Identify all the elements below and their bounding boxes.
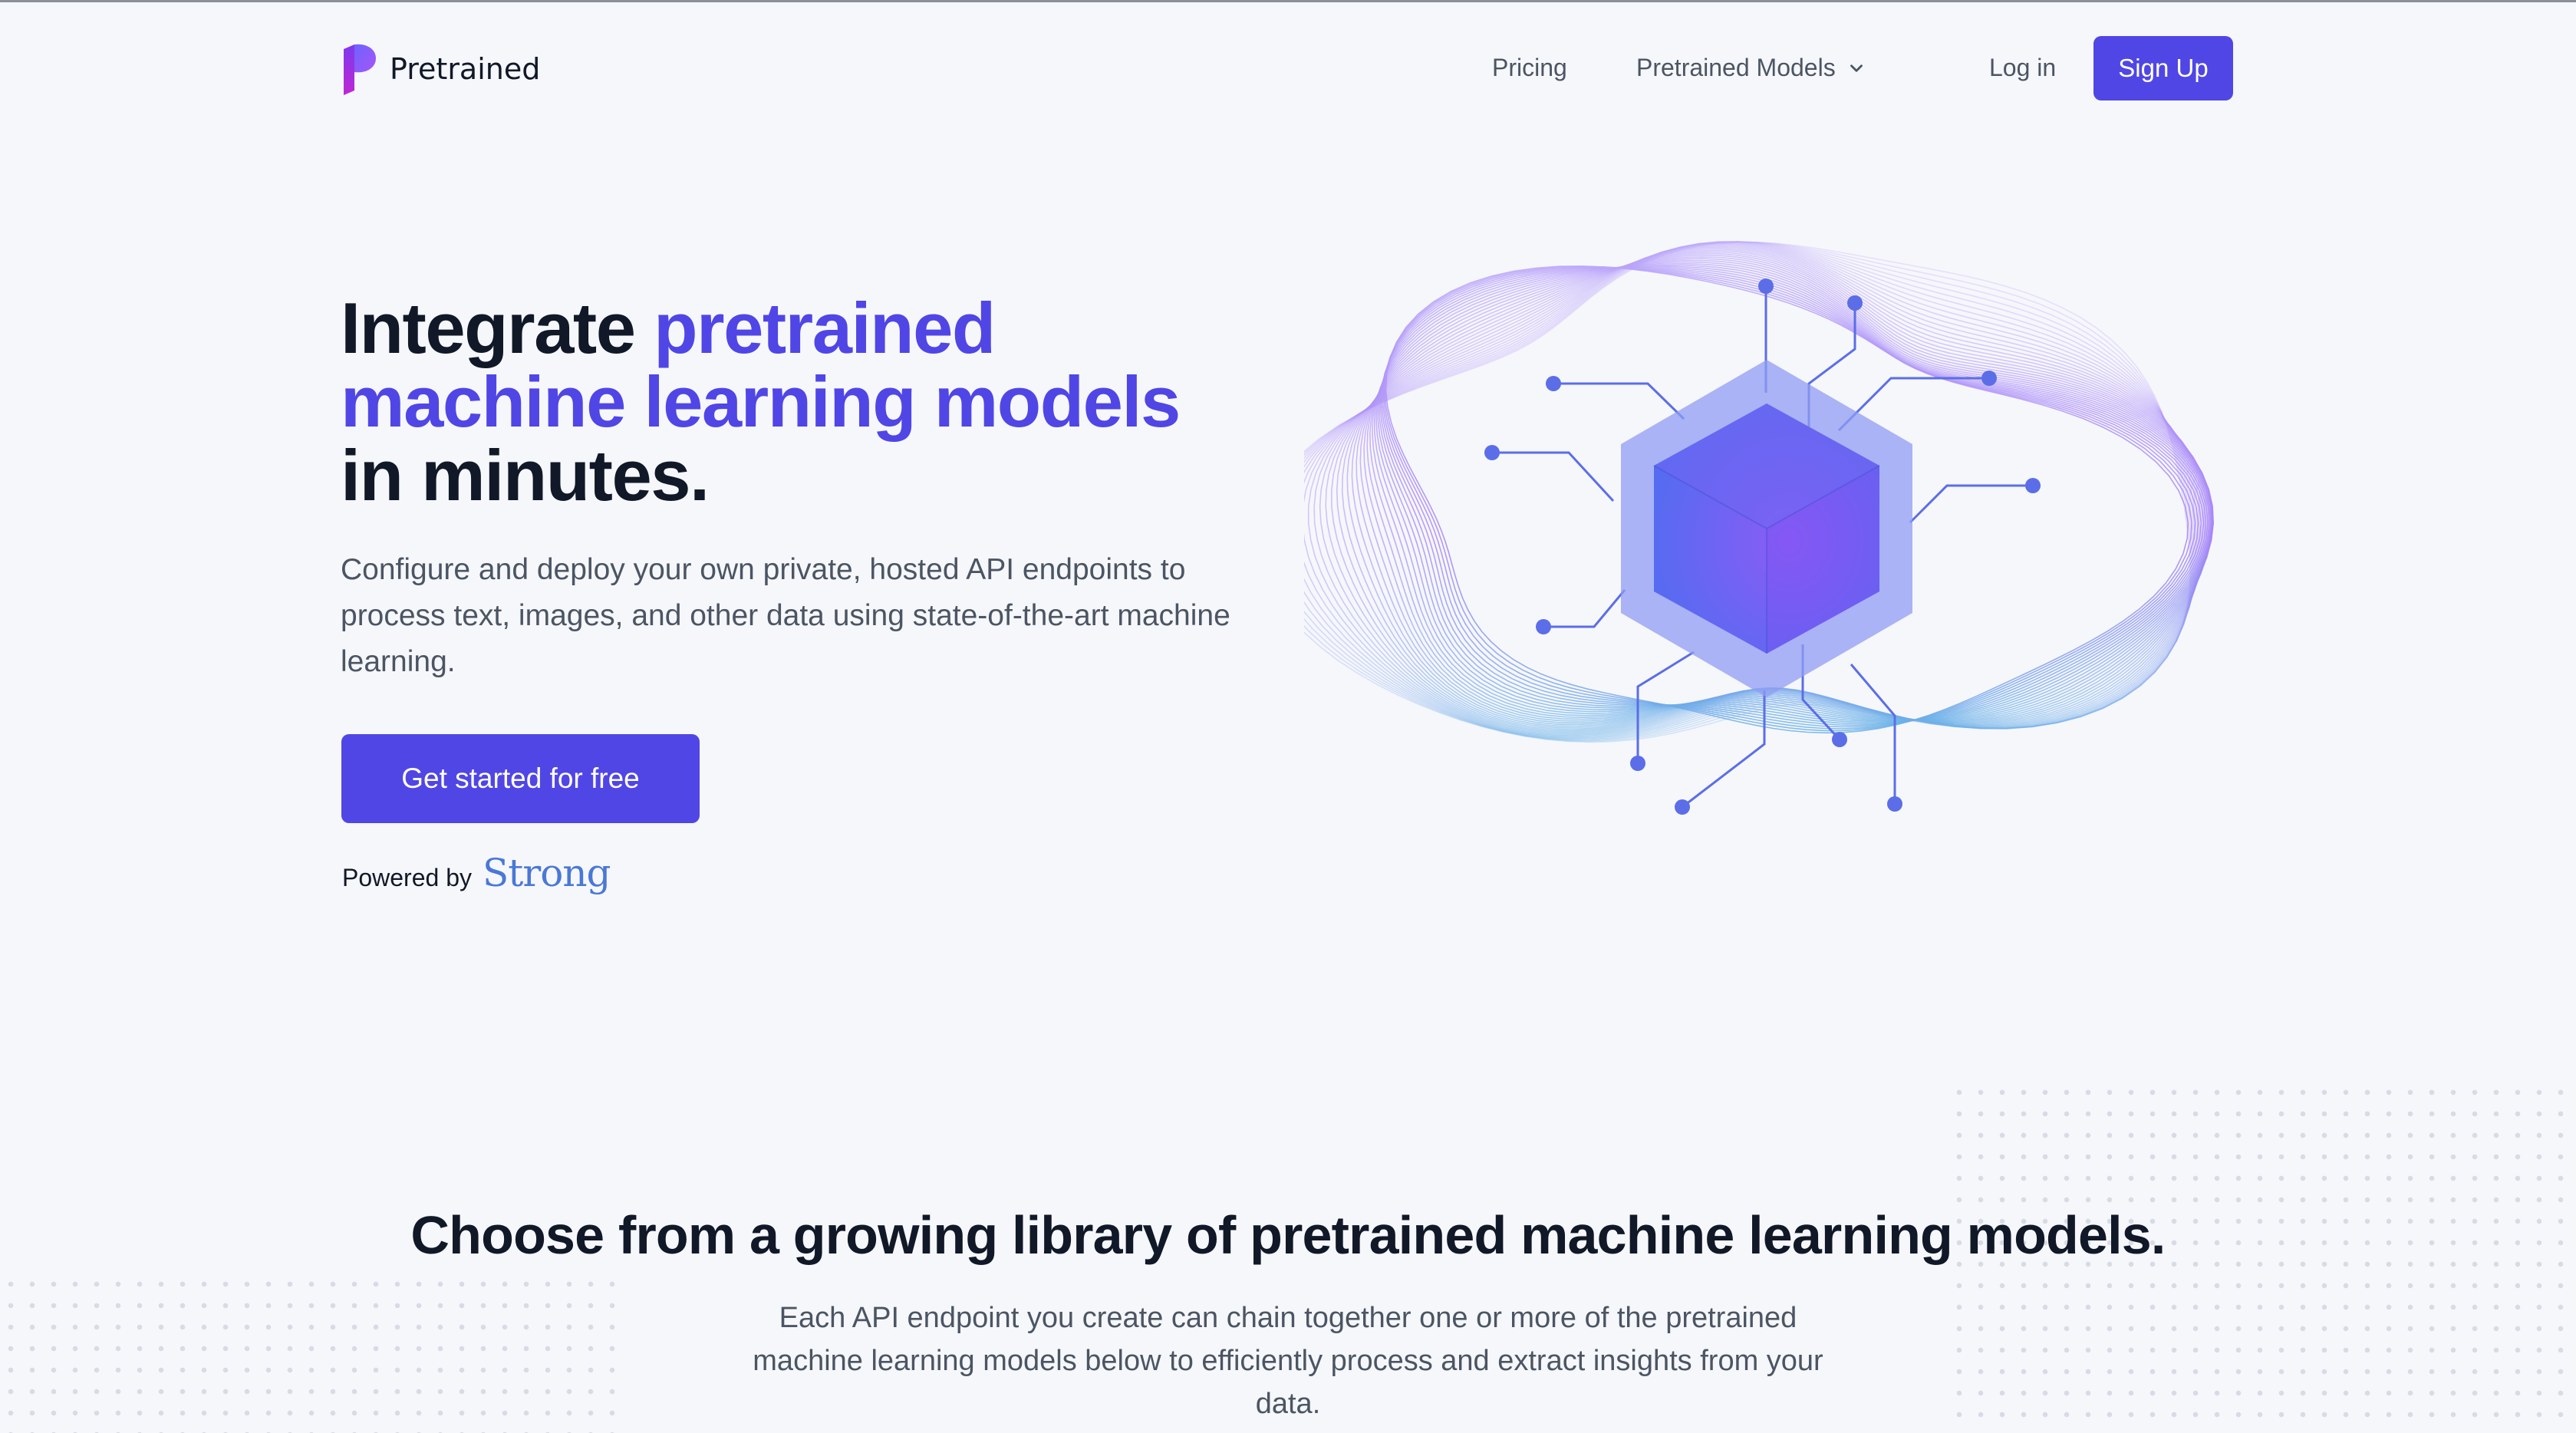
library-subtitle: Each API endpoint you create can chain t… [753, 1302, 1823, 1420]
chevron-down-icon [1850, 64, 1863, 72]
dot-pattern-left [0, 1273, 629, 1433]
brand-name: Pretrained [390, 52, 541, 86]
strong-logo[interactable]: Strong [483, 851, 611, 895]
sign-up-button[interactable]: Sign Up [2093, 36, 2233, 100]
hero-title-part1: Integrate [341, 288, 654, 368]
hero-title: Integrate pretrained machine learning mo… [341, 292, 1261, 512]
nav-pricing-link[interactable]: Pricing [1492, 54, 1567, 82]
brand-logo[interactable]: Pretrained [341, 43, 540, 95]
library-title: Choose from a growing library of pretrai… [410, 1205, 2166, 1265]
pretrained-logo-icon [344, 44, 376, 95]
powered-by-label: Powered by [342, 864, 472, 891]
cube [1621, 360, 1912, 697]
hero-title-part2: in minutes. [341, 435, 710, 516]
window-top-border [0, 0, 2576, 2]
hero-subtitle: Configure and deploy your own private, h… [341, 553, 1230, 678]
get-started-button[interactable]: Get started for free [341, 734, 700, 823]
nav-pretrained-models-label: Pretrained Models [1636, 54, 1836, 81]
powered-by: Powered by Strong [342, 851, 611, 895]
nav-pretrained-models-dropdown[interactable]: Pretrained Models [1636, 54, 1866, 82]
ml-cube-illustration [1304, 241, 2215, 815]
nav-login-link[interactable]: Log in [1989, 54, 2056, 82]
